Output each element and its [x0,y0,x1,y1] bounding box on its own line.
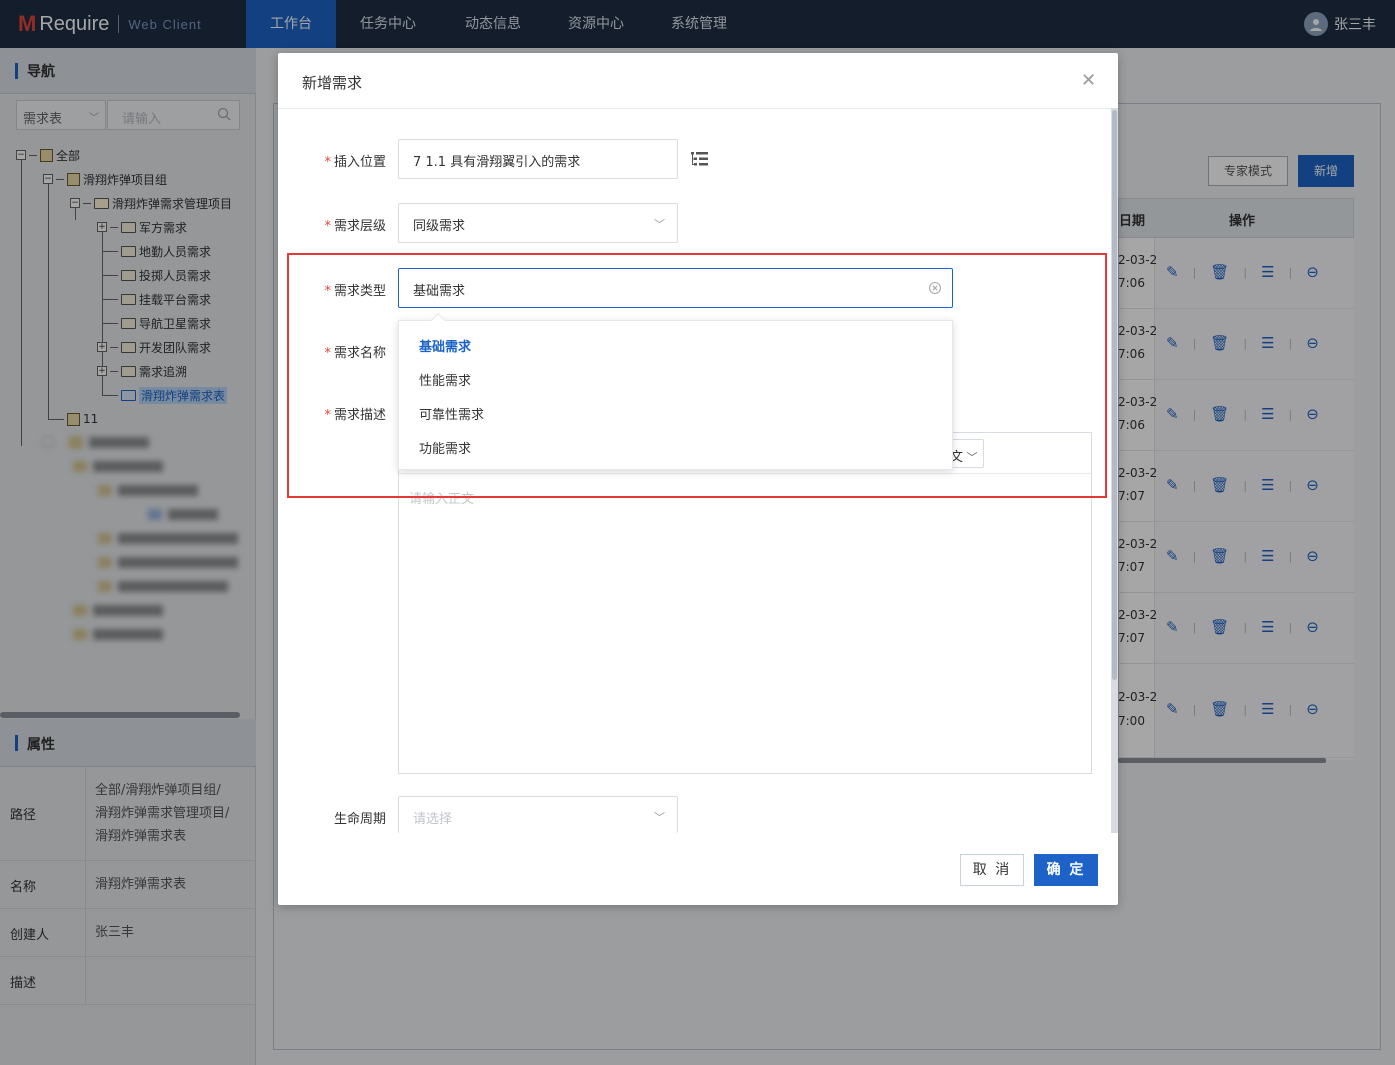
lifecycle-select[interactable]: 请选择 ﹀ [398,796,678,833]
lifecycle-placeholder: 请选择 [413,812,453,827]
tree-list-icon[interactable] [690,150,709,172]
chevron-down-icon: ﹀ [654,218,665,231]
level-select[interactable]: 同级需求 ﹀ [398,203,678,243]
dialog-scrollbar-thumb[interactable] [1112,110,1117,680]
confirm-button[interactable]: 确 定 [1034,854,1098,886]
scroll-clip-edge [278,833,1111,834]
level-label: * 需求层级 [324,219,386,234]
chevron-down-icon: ﹀ [654,811,665,824]
cancel-button[interactable]: 取 消 [960,854,1024,886]
dialog-header-divider [278,108,1118,109]
required-mark: * [324,155,331,170]
insert-position-value: 7 1.1 具有滑翔翼引入的需求 [413,155,581,170]
dialog-title: 新增需求 [302,74,363,92]
required-mark: * [324,219,331,234]
highlight-box [287,253,1107,498]
level-value: 同级需求 [413,219,466,234]
lifecycle-label: 生命周期 [333,812,386,827]
insert-position-label: * 插入位置 [324,155,386,170]
insert-position-field[interactable]: 7 1.1 具有滑翔翼引入的需求 [398,139,678,179]
close-icon[interactable]: ✕ [1081,70,1096,91]
